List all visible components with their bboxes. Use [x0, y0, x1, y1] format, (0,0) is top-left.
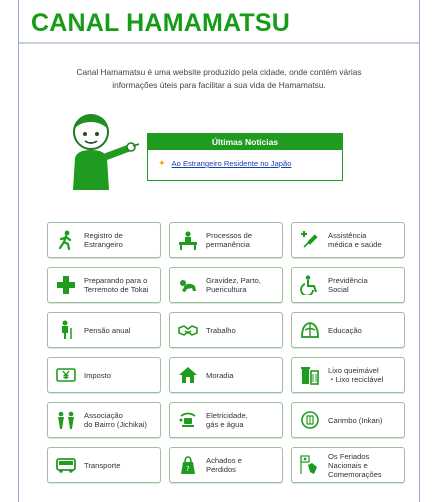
star-bullet-icon: ✦ [158, 158, 166, 168]
intro-line-1: Canal Hamamatsu é uma website produzido … [76, 67, 362, 77]
intro-text: Canal Hamamatsu é uma website produzido … [19, 66, 419, 91]
tile-label: Processos de permanência [206, 231, 253, 249]
tile-educacao[interactable]: Educação [291, 312, 405, 348]
tile-transporte[interactable]: Transporte [47, 447, 161, 483]
office-desk-icon [177, 229, 199, 251]
tile-label: Imposto [84, 370, 112, 380]
wheelchair-icon [299, 274, 321, 296]
news-item[interactable]: ✦ Ao Estrangeiro Residente no Japão [148, 150, 342, 169]
tile-assistencia-medica[interactable]: Assistência médica e saúde [291, 222, 405, 258]
tile-processos-permanencia[interactable]: Processos de permanência [169, 222, 283, 258]
syringe-icon [299, 229, 321, 251]
tile-trabalho[interactable]: Trabalho [169, 312, 283, 348]
tile-associacao-bairro[interactable]: Associação do Bairro (Jichikai) [47, 402, 161, 438]
elderly-person-icon [55, 319, 77, 341]
tile-label: Lixo queimável ・Lixo reciclável [328, 366, 384, 384]
walking-person-icon [55, 229, 77, 251]
house-icon [177, 364, 199, 386]
tile-label: Trabalho [206, 325, 236, 335]
tile-feriados-nacionais[interactable]: Os Feriados Nacionais e Comemorações [291, 447, 405, 483]
tile-achados-perdidos[interactable]: ? Achados e Perdidos [169, 447, 283, 483]
tile-imposto[interactable]: Imposto [47, 357, 161, 393]
news-link[interactable]: Ao Estrangeiro Residente no Japão [172, 159, 292, 168]
mascot-illustration [67, 110, 141, 192]
category-grid: Registro de Estrangeiro Processos de per… [47, 222, 405, 483]
people-icon [55, 409, 77, 431]
tile-label: Carimbo (Inkan) [328, 415, 383, 425]
tile-label: Previdência Social [328, 276, 368, 294]
news-title: Últimas Notícias [148, 134, 342, 150]
tile-label: Preparando para o Terremoto de Tokai [84, 276, 149, 294]
tile-carimbo[interactable]: Carimbo (Inkan) [291, 402, 405, 438]
tile-label: Eletricidade, gás e água [206, 411, 248, 429]
trash-bin-icon [299, 364, 321, 386]
tile-moradia[interactable]: Moradia [169, 357, 283, 393]
utilities-icon [177, 409, 199, 431]
tile-label: Achados e Perdidos [206, 456, 242, 474]
site-logo[interactable]: CANAL HAMAMATSU [31, 9, 419, 38]
flag-icon [299, 454, 321, 476]
latest-news-box: Últimas Notícias ✦ Ao Estrangeiro Reside… [147, 133, 343, 181]
tile-label: Os Feriados Nacionais e Comemorações [328, 451, 382, 479]
intro-line-2: informações úteis para facilitar a sua v… [112, 79, 326, 90]
tile-label: Assistência médica e saúde [328, 231, 382, 249]
site-header: CANAL HAMAMATSU [19, 0, 419, 44]
tile-registro-estrangeiro[interactable]: Registro de Estrangeiro [47, 222, 161, 258]
tile-eletricidade[interactable]: Eletricidade, gás e água [169, 402, 283, 438]
tile-label: Educação [328, 325, 362, 335]
tile-label: Associação do Bairro (Jichikai) [84, 411, 147, 429]
tile-terremoto-tokai[interactable]: Preparando para o Terremoto de Tokai [47, 267, 161, 303]
bag-icon: ? [177, 454, 199, 476]
baby-icon [177, 274, 199, 296]
tile-label: Moradia [206, 370, 234, 380]
school-icon [299, 319, 321, 341]
tile-pensao-anual[interactable]: Pensão anual [47, 312, 161, 348]
stamp-icon [299, 409, 321, 431]
tile-previdencia-social[interactable]: Previdência Social [291, 267, 405, 303]
svg-text:?: ? [186, 465, 190, 473]
page-frame: CANAL HAMAMATSU Canal Hamamatsu é uma we… [18, 0, 420, 502]
tile-label: Registro de Estrangeiro [84, 231, 123, 249]
yen-icon [55, 364, 77, 386]
tile-label: Pensão anual [84, 325, 131, 335]
tile-gravidez-parto[interactable]: Gravidez, Parto, Puericultura [169, 267, 283, 303]
tile-lixo[interactable]: Lixo queimável ・Lixo reciclável [291, 357, 405, 393]
bus-icon [55, 454, 77, 476]
handshake-icon [177, 319, 199, 341]
tile-label: Gravidez, Parto, Puericultura [206, 276, 261, 294]
tile-label: Transporte [84, 460, 121, 470]
cross-icon [55, 274, 77, 296]
